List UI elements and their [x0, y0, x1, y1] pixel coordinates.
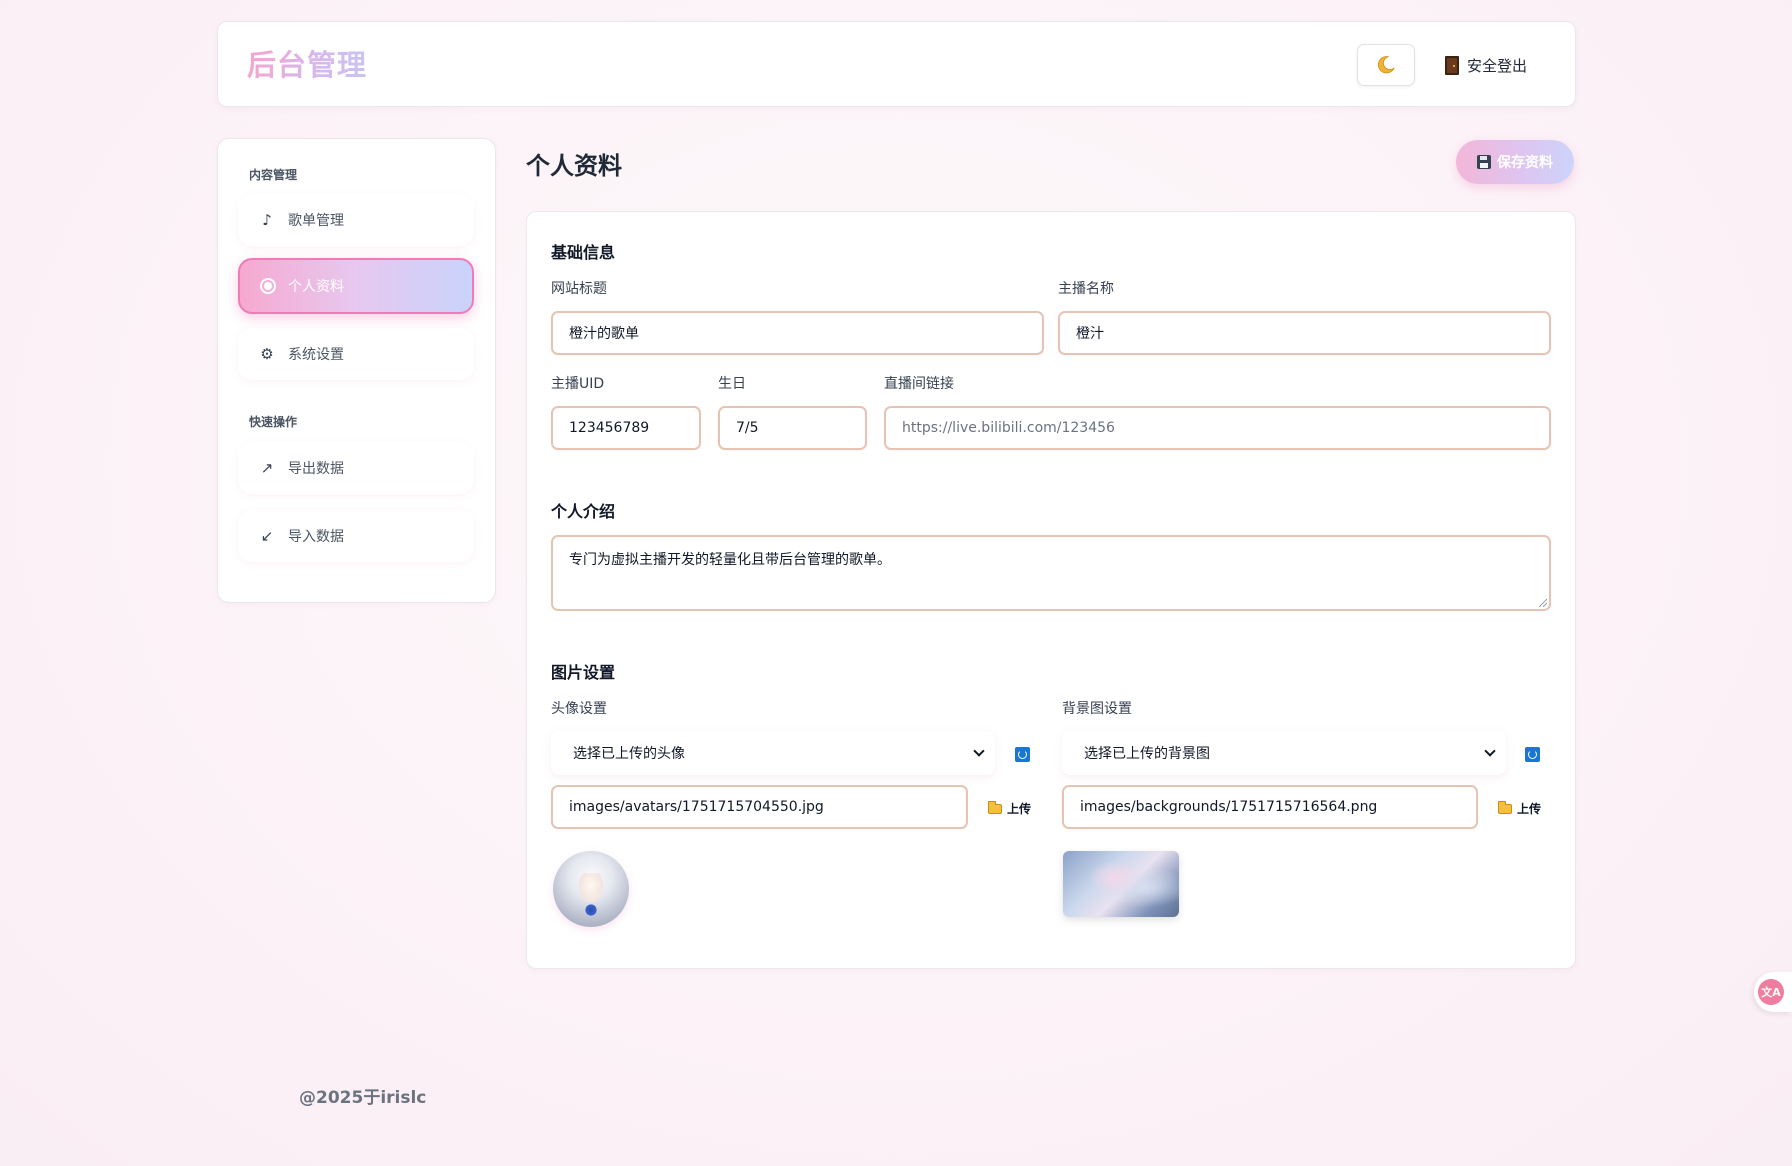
- arrow-up-right-icon: ↗: [260, 459, 274, 477]
- avatar-upload-button[interactable]: 上传: [988, 800, 1031, 817]
- gear-icon: ⚙: [260, 345, 274, 363]
- background-settings-label: 背景图设置: [1062, 701, 1132, 717]
- uid-input[interactable]: 123456789: [551, 406, 701, 450]
- background-select[interactable]: 选择已上传的背景图: [1062, 731, 1506, 775]
- section-images-title: 图片设置: [551, 663, 616, 682]
- logout-button[interactable]: 安全登出: [1445, 53, 1527, 77]
- avatar-path-input[interactable]: images/avatars/1751715704550.jpg: [551, 785, 968, 829]
- translate-button[interactable]: 文A: [1754, 972, 1792, 1012]
- sidebar-item-label: 个人资料: [288, 279, 344, 295]
- upload-label: 上传: [1007, 802, 1032, 816]
- streamer-name-label: 主播名称: [1058, 281, 1114, 297]
- sidebar-item-playlist[interactable]: ♪ 歌单管理: [238, 194, 474, 246]
- door-icon: [1445, 55, 1459, 75]
- background-select-value: 选择已上传的背景图: [1084, 746, 1210, 762]
- chevron-down-icon: [1484, 745, 1496, 757]
- arrow-down-left-icon: ↙: [260, 527, 274, 545]
- live-url-input[interactable]: https://live.bilibili.com/123456: [884, 406, 1551, 450]
- section-intro-title: 个人介绍: [551, 502, 616, 521]
- music-note-icon: ♪: [262, 211, 272, 229]
- save-profile-button[interactable]: 保存资料: [1456, 140, 1574, 184]
- upload-label: 上传: [1517, 802, 1542, 816]
- background-preview: [1063, 851, 1179, 917]
- moon-icon: [1378, 56, 1395, 74]
- avatar-refresh-icon[interactable]: [1015, 747, 1030, 762]
- sidebar-item-label: 系统设置: [288, 347, 344, 363]
- avatar-settings-label: 头像设置: [551, 701, 607, 717]
- streamer-name-input[interactable]: 橙汁: [1058, 311, 1551, 355]
- avatar-preview: [553, 851, 629, 927]
- background-upload-button[interactable]: 上传: [1498, 800, 1541, 817]
- site-title-input[interactable]: 橙汁的歌单: [551, 311, 1044, 355]
- floppy-disk-icon: [1477, 155, 1491, 169]
- birthday-input[interactable]: 7/5: [718, 406, 867, 450]
- folder-icon: [988, 800, 1002, 814]
- sidebar-item-profile[interactable]: 个人资料: [238, 258, 474, 314]
- translate-icon: 文A: [1758, 979, 1784, 1005]
- live-url-label: 直播间链接: [884, 376, 954, 392]
- sidebar-item-settings[interactable]: ⚙ 系统设置: [238, 328, 474, 380]
- sidebar: 内容管理 ♪ 歌单管理 个人资料 ⚙ 系统设置 快速操作 ↗ 导出数据 ↙ 导入…: [217, 138, 496, 603]
- site-title-label: 网站标题: [551, 281, 607, 297]
- chevron-down-icon: [973, 745, 985, 757]
- sidebar-item-label: 歌单管理: [288, 213, 344, 229]
- section-basic-title: 基础信息: [551, 243, 616, 262]
- background-path-input[interactable]: images/backgrounds/1751715716564.png: [1062, 785, 1478, 829]
- sidebar-section-content: 内容管理: [249, 168, 298, 182]
- sidebar-item-label: 导入数据: [288, 529, 344, 545]
- avatar-select-value: 选择已上传的头像: [573, 746, 685, 762]
- logout-label: 安全登出: [1467, 56, 1528, 75]
- sidebar-item-import[interactable]: ↙ 导入数据: [238, 510, 474, 562]
- sidebar-item-label: 导出数据: [288, 461, 344, 477]
- intro-text: 专门为虚拟主播开发的轻量化且带后台管理的歌单。: [569, 552, 891, 568]
- footer-copyright: @2025于irislc: [299, 1088, 427, 1108]
- theme-toggle-button[interactable]: [1357, 44, 1415, 86]
- birthday-label: 生日: [718, 376, 746, 392]
- intro-textarea[interactable]: 专门为虚拟主播开发的轻量化且带后台管理的歌单。: [551, 535, 1551, 611]
- folder-icon: [1498, 800, 1512, 814]
- uid-label: 主播UID: [551, 376, 605, 392]
- background-refresh-icon[interactable]: [1525, 747, 1540, 762]
- page-title: 个人资料: [526, 152, 622, 180]
- profile-card: 基础信息 网站标题 橙汁的歌单 主播名称 橙汁 主播UID 123456789 …: [526, 211, 1576, 969]
- sidebar-item-export[interactable]: ↗ 导出数据: [238, 442, 474, 494]
- resize-grip-icon[interactable]: [1539, 599, 1547, 607]
- brand-title: 后台管理: [247, 48, 368, 82]
- top-header: 后台管理 安全登出: [217, 21, 1576, 107]
- save-profile-label: 保存资料: [1497, 155, 1553, 171]
- sidebar-section-quick: 快速操作: [249, 415, 298, 429]
- avatar-select[interactable]: 选择已上传的头像: [551, 731, 995, 775]
- radio-icon: [260, 278, 276, 294]
